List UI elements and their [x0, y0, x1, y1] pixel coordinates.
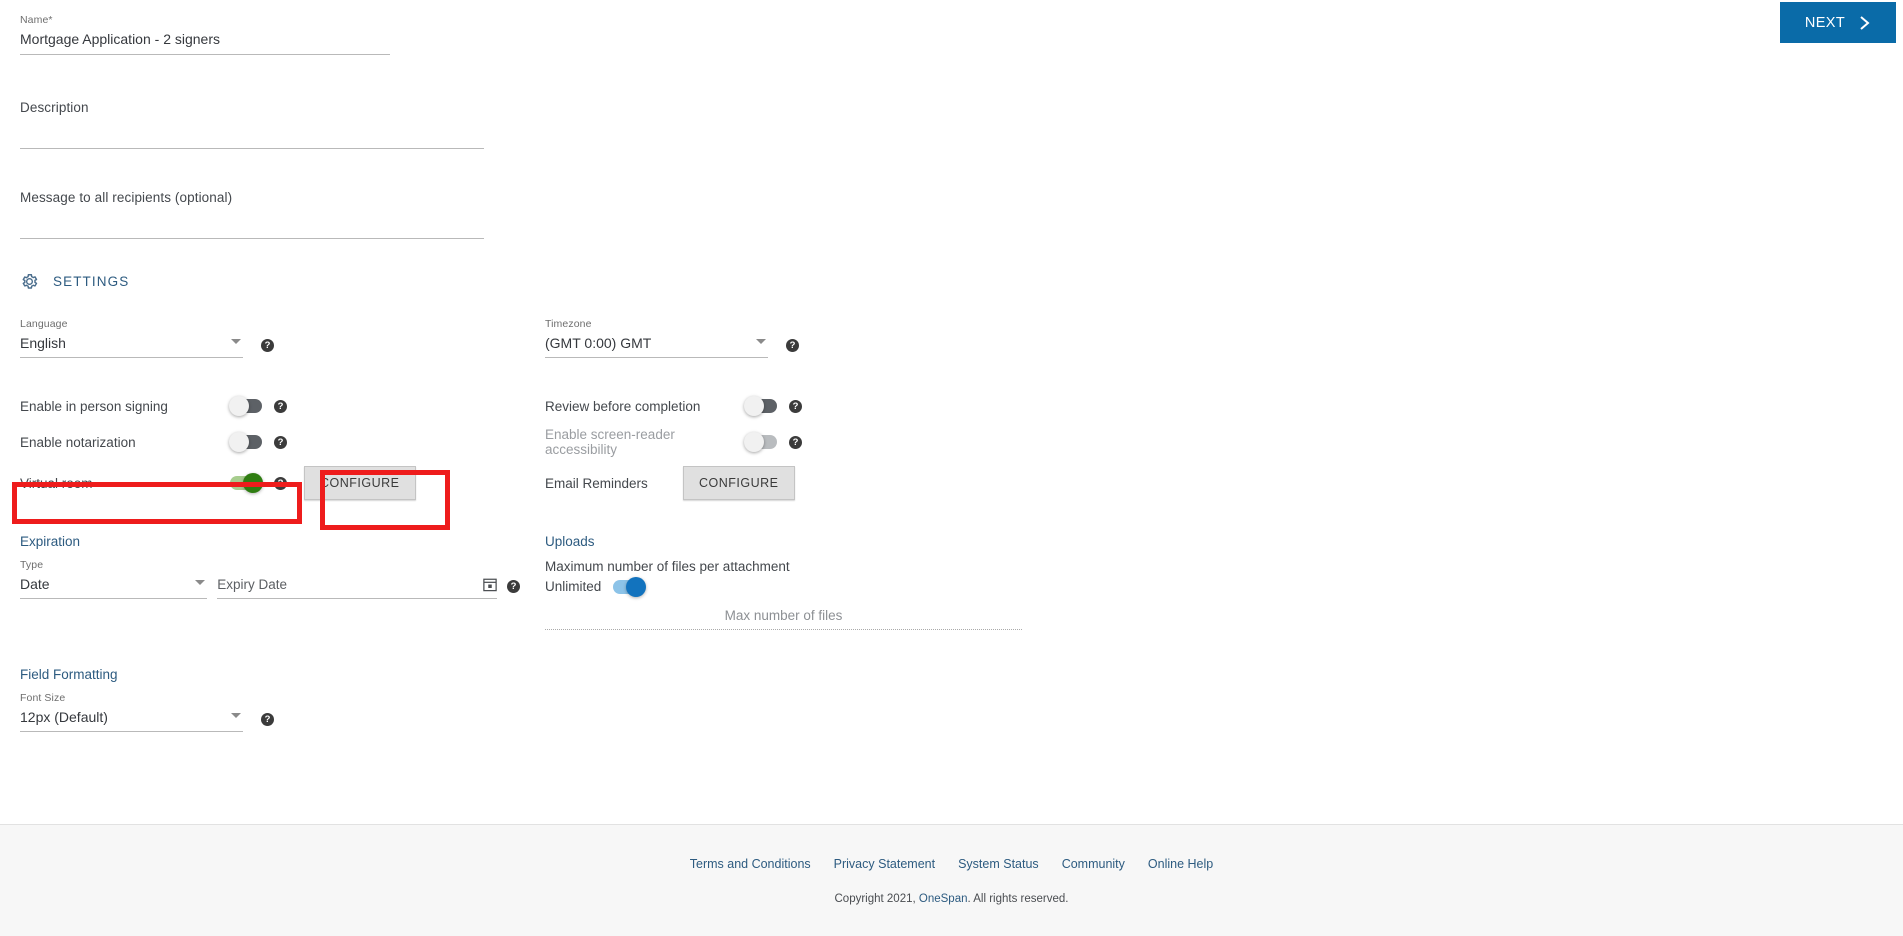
expiry-date-placeholder: Expiry Date: [217, 577, 287, 592]
email-reminders-label: Email Reminders: [545, 475, 648, 491]
description-field-group: Description: [20, 100, 484, 149]
virtual-room-toggle[interactable]: [230, 473, 263, 493]
footer-link-online-help[interactable]: Online Help: [1148, 857, 1213, 871]
timezone-label: Timezone: [545, 318, 592, 330]
expiration-type-label: Type: [20, 559, 44, 571]
copyright-text: Copyright 2021, OneSpan. All rights rese…: [0, 893, 1903, 905]
name-label: Name*: [20, 14, 53, 26]
font-size-help-icon[interactable]: ?: [261, 713, 274, 726]
chevron-right-icon: [1858, 15, 1871, 31]
max-files-caption: Maximum number of files per attachment: [545, 559, 790, 574]
virtual-room-configure-button[interactable]: CONFIGURE: [304, 466, 416, 500]
next-button-label: NEXT: [1804, 14, 1846, 31]
in-person-signing-row: Enable in person signing ?: [20, 388, 520, 424]
description-underline: [20, 148, 484, 149]
notarization-help-icon[interactable]: ?: [274, 435, 287, 449]
unlimited-toggle[interactable]: [613, 576, 647, 597]
copyright-brand-link[interactable]: OneSpan: [919, 893, 968, 905]
uploads-title: Uploads: [545, 534, 595, 549]
settings-section-header: SETTINGS: [20, 272, 129, 291]
next-button[interactable]: NEXT: [1780, 2, 1896, 43]
gear-icon: [20, 272, 39, 291]
transaction-settings-page: NEXT Name* Mortgage Application - 2 sign…: [0, 0, 1903, 936]
expiration-fields: Type Date Expiry Date ?: [20, 559, 520, 599]
field-formatting-title: Field Formatting: [20, 667, 118, 682]
copyright-suffix: . All rights reserved.: [967, 893, 1069, 905]
in-person-signing-label: Enable in person signing: [20, 398, 168, 414]
chevron-down-icon: [195, 580, 206, 585]
name-input[interactable]: Mortgage Application - 2 signers: [20, 31, 390, 55]
notarization-row: Enable notarization ?: [20, 424, 520, 460]
calendar-icon[interactable]: [483, 577, 497, 592]
language-select[interactable]: Language English: [20, 318, 243, 358]
message-underline: [20, 238, 484, 239]
chevron-down-icon: [756, 339, 766, 344]
email-reminders-row: Email Reminders CONFIGURE: [545, 460, 1045, 506]
font-size-select[interactable]: Font Size 12px (Default): [20, 692, 243, 732]
message-input[interactable]: [20, 210, 484, 238]
notarization-toggle[interactable]: [229, 432, 262, 452]
in-person-signing-help-icon[interactable]: ?: [274, 399, 287, 413]
chevron-down-icon: [231, 339, 241, 344]
screen-reader-row: Enable screen-reader accessibility ?: [545, 424, 1045, 460]
footer-link-community[interactable]: Community: [1062, 857, 1125, 871]
chevron-down-icon: [231, 713, 241, 718]
footer-link-privacy[interactable]: Privacy Statement: [834, 857, 935, 871]
review-before-completion-toggle[interactable]: [744, 396, 777, 416]
expiry-date-input[interactable]: Expiry Date: [217, 577, 497, 599]
review-before-completion-row: Review before completion ?: [545, 388, 1045, 424]
language-help-icon[interactable]: ?: [261, 339, 274, 352]
field-formatting-section: Field Formatting Font Size 12px (Default…: [20, 667, 520, 732]
virtual-room-row: Virtual room ? CONFIGURE: [20, 460, 520, 506]
message-placeholder: Message to all recipients (optional): [20, 190, 233, 205]
settings-left-column: Language English ? Enable in person sign…: [20, 318, 520, 732]
email-reminders-configure-button[interactable]: CONFIGURE: [683, 466, 795, 500]
footer-links: Terms and Conditions Privacy Statement S…: [0, 825, 1903, 871]
expiration-help-icon[interactable]: ?: [507, 580, 520, 593]
message-field-group: Message to all recipients (optional): [20, 190, 484, 239]
expiration-title: Expiration: [20, 534, 81, 549]
settings-title: SETTINGS: [53, 274, 130, 289]
footer-link-terms[interactable]: Terms and Conditions: [690, 857, 811, 871]
description-input[interactable]: [20, 120, 484, 148]
unlimited-label: Unlimited: [545, 579, 602, 594]
uploads-section: Uploads Maximum number of files per atta…: [545, 534, 1045, 630]
timezone-field-group: Timezone (GMT 0:00) GMT ?: [545, 318, 1045, 358]
expiration-section: Expiration Type Date Expiry Date ?: [20, 534, 520, 599]
font-size-label: Font Size: [20, 692, 66, 704]
max-number-of-files-input: Max number of files: [545, 608, 1022, 630]
screen-reader-toggle[interactable]: [744, 432, 777, 452]
in-person-signing-toggle[interactable]: [229, 396, 262, 416]
timezone-help-icon[interactable]: ?: [786, 339, 799, 352]
settings-right-column: Timezone (GMT 0:00) GMT ? Review before …: [545, 318, 1045, 630]
copyright-prefix: Copyright 2021,: [834, 893, 919, 905]
virtual-room-label: Virtual room: [20, 475, 93, 491]
language-field-group: Language English ?: [20, 318, 520, 358]
timezone-value: (GMT 0:00) GMT: [545, 335, 652, 351]
description-placeholder: Description: [20, 100, 89, 115]
review-before-completion-help-icon[interactable]: ?: [789, 399, 802, 413]
font-size-field-group: Font Size 12px (Default) ?: [20, 692, 520, 732]
footer: Terms and Conditions Privacy Statement S…: [0, 824, 1903, 936]
timezone-select[interactable]: Timezone (GMT 0:00) GMT: [545, 318, 768, 358]
unlimited-row: Unlimited: [545, 576, 1045, 597]
review-before-completion-label: Review before completion: [545, 398, 701, 414]
screen-reader-help-icon[interactable]: ?: [789, 435, 802, 449]
expiration-type-value: Date: [20, 576, 50, 592]
expiration-type-select[interactable]: Type Date: [20, 559, 208, 599]
name-field-group: Name* Mortgage Application - 2 signers: [20, 14, 390, 55]
virtual-room-help-icon[interactable]: ?: [274, 476, 287, 490]
language-value: English: [20, 335, 66, 351]
font-size-value: 12px (Default): [20, 709, 108, 725]
screen-reader-label: Enable screen-reader accessibility: [545, 427, 675, 457]
language-label: Language: [20, 318, 68, 330]
notarization-label: Enable notarization: [20, 434, 136, 450]
footer-link-system-status[interactable]: System Status: [958, 857, 1039, 871]
